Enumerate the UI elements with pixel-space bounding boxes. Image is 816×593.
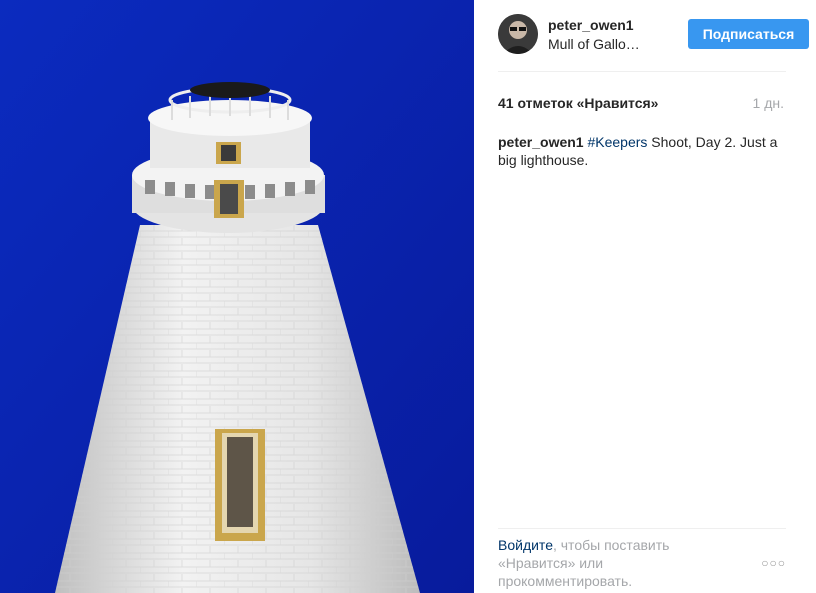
follow-button[interactable]: Подписаться: [688, 19, 809, 49]
divider: [498, 528, 786, 529]
divider: [498, 71, 786, 72]
more-options-icon[interactable]: ○○○: [761, 556, 786, 570]
post-photo[interactable]: [0, 0, 474, 593]
caption-username[interactable]: peter_owen1: [498, 134, 584, 150]
caption: peter_owen1 #Keepers Shoot, Day 2. Just …: [498, 133, 788, 169]
post-header: peter_owen1 Mull of Gallo… Подписаться: [498, 14, 809, 56]
likes-count[interactable]: 41 отметок «Нравится»: [498, 95, 658, 111]
avatar[interactable]: [498, 14, 538, 54]
login-prompt: Войдите, чтобы поставить «Нравится» или …: [498, 536, 728, 590]
post-age[interactable]: 1 дн.: [753, 95, 784, 111]
hashtag-link[interactable]: #Keepers: [587, 134, 647, 150]
post-sidebar: peter_owen1 Mull of Gallo… Подписаться 4…: [474, 0, 816, 593]
username[interactable]: peter_owen1: [548, 17, 634, 33]
login-link[interactable]: Войдите: [498, 537, 553, 553]
location[interactable]: Mull of Gallo…: [548, 36, 640, 52]
lighthouse-photo: [0, 0, 474, 593]
